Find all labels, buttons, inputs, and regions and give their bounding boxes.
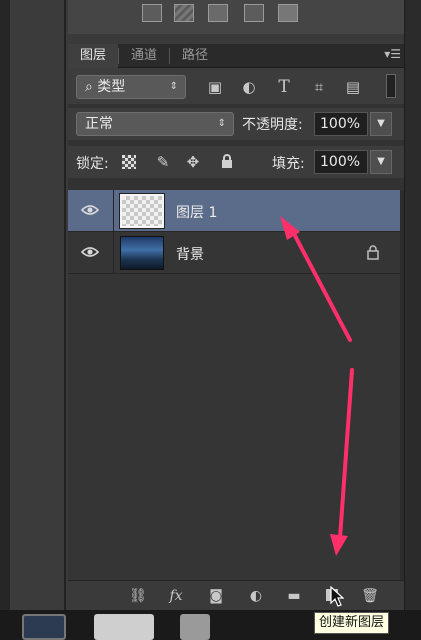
- dock-window-thumbnail[interactable]: [94, 614, 154, 640]
- eye-icon[interactable]: [81, 245, 99, 259]
- visibility-cell[interactable]: [68, 190, 114, 232]
- layer-thumbnail: [120, 236, 164, 270]
- type-filter-icon[interactable]: T: [275, 78, 293, 96]
- fill-dropdown-button[interactable]: ▼: [370, 150, 392, 174]
- filter-kind-select[interactable]: ⌕ 类型 ⇕: [76, 75, 186, 99]
- tab-paths[interactable]: 路径: [170, 44, 220, 68]
- blend-mode-label: 正常: [85, 116, 113, 132]
- adjustment-icon[interactable]: ◐: [246, 587, 266, 605]
- filter-row: ⌕ 类型 ⇕ ▣ ◐ T ⌗ ▤: [68, 68, 404, 104]
- link-icon[interactable]: ⛓: [128, 587, 148, 605]
- tab-layers[interactable]: 图层: [68, 44, 118, 68]
- layer-name[interactable]: 背景: [176, 244, 204, 264]
- warp-icon[interactable]: [142, 4, 162, 22]
- fill-label: 填充:: [272, 156, 305, 172]
- fx-button[interactable]: fx: [166, 587, 186, 605]
- shape-filter-icon[interactable]: ⌗: [310, 78, 328, 96]
- visibility-cell[interactable]: [68, 232, 114, 274]
- lock-transparent-icon[interactable]: [122, 155, 136, 169]
- tab-channels[interactable]: 通道: [119, 44, 169, 68]
- left-dock-area: [10, 0, 66, 610]
- x-box-icon[interactable]: [244, 4, 264, 22]
- right-scroll-rail[interactable]: [404, 0, 421, 610]
- fill-input[interactable]: 100%: [314, 150, 368, 174]
- lock-label: 锁定:: [76, 156, 109, 172]
- layers-panel: 图层 通道 路径 ▾☰ ⌕ 类型 ⇕ ▣ ◐ T ⌗ ▤ 正常 ⇕ 不透明度: …: [68, 44, 404, 610]
- left-window-edge: [0, 0, 10, 610]
- trash-dock-icon[interactable]: [180, 614, 210, 640]
- square-icon[interactable]: [278, 4, 298, 22]
- filter-toggle-switch[interactable]: [386, 74, 396, 98]
- opacity-input[interactable]: 100%: [314, 112, 368, 136]
- tooltip: 创建新图层: [314, 612, 390, 634]
- updown-arrow-icon: ⇕: [169, 81, 178, 92]
- zigzag-icon[interactable]: [208, 4, 228, 22]
- layers-bottom-bar: ⛓ fx ◙ ◐ ▬ 🗑: [68, 580, 404, 610]
- lock-paint-icon[interactable]: ✎: [154, 153, 172, 171]
- image-filter-icon[interactable]: ▣: [206, 78, 224, 96]
- search-icon: ⌕: [85, 79, 93, 95]
- lock-row: 锁定: ✎ ✥ 填充: 100% ▼: [68, 146, 404, 178]
- smart-object-filter-icon[interactable]: ▤: [344, 78, 362, 96]
- layer-row[interactable]: 背景: [68, 232, 400, 274]
- updown-arrow-icon: ⇕: [217, 118, 226, 129]
- layer-thumbnail: [119, 193, 165, 229]
- opacity-label: 不透明度:: [242, 117, 303, 133]
- dock-app-thumbnail[interactable]: [22, 614, 66, 640]
- filter-kind-label: 类型: [97, 79, 126, 95]
- hatch-icon[interactable]: [174, 4, 194, 22]
- layers-list: 图层 1 背景: [68, 190, 404, 580]
- panel-tabs: 图层 通道 路径 ▾☰: [68, 44, 404, 68]
- opacity-dropdown-button[interactable]: ▼: [370, 112, 392, 136]
- layers-scrollbar[interactable]: [400, 190, 404, 580]
- adjustment-filter-icon[interactable]: ◐: [240, 78, 258, 96]
- mouse-cursor-icon: [330, 585, 345, 612]
- lock-all-icon[interactable]: [218, 153, 236, 171]
- layer-name[interactable]: 图层 1: [176, 202, 217, 222]
- layer-row[interactable]: 图层 1: [68, 190, 400, 232]
- mask-icon[interactable]: ◙: [206, 587, 226, 605]
- panel-menu-icon[interactable]: ▾☰: [384, 47, 401, 61]
- top-tools-strip: [68, 0, 404, 34]
- trash-icon[interactable]: 🗑: [360, 587, 380, 605]
- lock-icon: [366, 244, 380, 260]
- blend-mode-select[interactable]: 正常 ⇕: [76, 112, 234, 136]
- eye-icon[interactable]: [81, 203, 99, 217]
- blend-row: 正常 ⇕ 不透明度: 100% ▼: [68, 108, 404, 140]
- lock-position-icon[interactable]: ✥: [184, 153, 202, 171]
- folder-icon[interactable]: ▬: [284, 587, 304, 605]
